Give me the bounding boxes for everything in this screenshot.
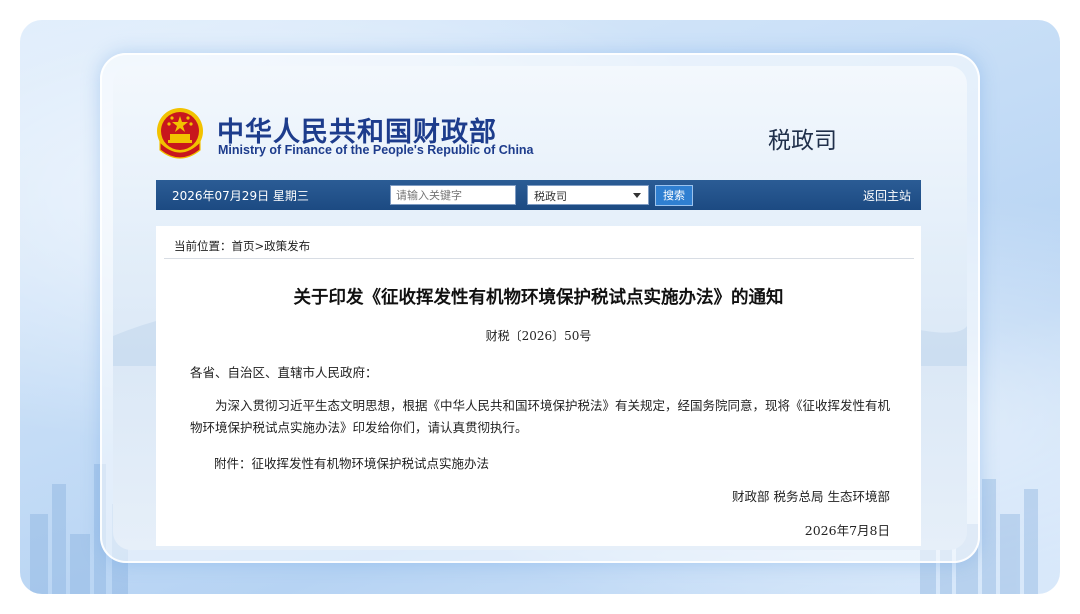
return-home-link[interactable]: 返回主站: [863, 187, 911, 204]
document-issuers: 财政部 税务总局 生态环境部: [732, 489, 890, 504]
document-addressee: 各省、自治区、直辖市人民政府：: [190, 365, 378, 380]
document-body: 为深入贯彻习近平生态文明思想，根据《中华人民共和国环境保护税法》有关规定，经国务…: [190, 398, 891, 435]
search-input[interactable]: [390, 185, 516, 205]
department-title: 税政司: [768, 128, 837, 154]
current-date: 2026年07月29日 星期三: [172, 189, 309, 203]
department-select-value: 税政司: [534, 190, 567, 203]
department-select[interactable]: 税政司: [527, 185, 649, 205]
document-number: 财税〔2026〕50号: [485, 329, 592, 343]
breadcrumb-divider: [164, 258, 914, 259]
search-button[interactable]: 搜索: [655, 185, 693, 206]
caret-down-icon: [633, 193, 641, 198]
breadcrumb[interactable]: 当前位置：首页>政策发布: [174, 238, 310, 254]
document-date: 2026年7月8日: [804, 523, 890, 538]
national-emblem-icon: [155, 106, 205, 160]
ministry-name-en: Ministry of Finance of the People's Repu…: [218, 143, 534, 157]
document-title: 关于印发《征收挥发性有机物环境保护税试点实施办法》的通知: [293, 288, 784, 308]
document-attachment[interactable]: 附件：征收挥发性有机物环境保护税试点实施办法: [214, 453, 489, 472]
